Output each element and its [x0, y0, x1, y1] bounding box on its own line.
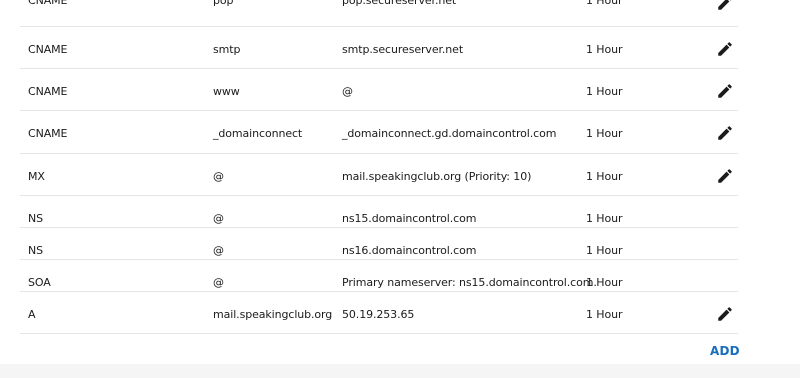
record-value: Primary nameserver: ns15.domaincontrol.c… — [342, 276, 597, 289]
dns-record-row: MX @ mail.speakingclub.org (Priority: 10) 1… — [20, 154, 738, 196]
record-ttl: 1 Hour — [586, 244, 623, 257]
record-name: _domainconnect — [213, 127, 303, 140]
record-value: ns15.domaincontrol.com — [342, 212, 477, 225]
record-type: NS — [28, 212, 44, 225]
dns-records-table: CNAME pop pop.secureserver.net 1 Hour CNAME s… — [20, 0, 738, 334]
record-ttl: 1 Hour — [586, 308, 623, 321]
record-name: smtp — [213, 43, 241, 56]
dns-record-row: NS @ ns15.domaincontrol.com 1 Hour — [20, 196, 738, 228]
record-ttl: 1 Hour — [586, 127, 623, 140]
record-value: smtp.secureserver.net — [342, 43, 464, 56]
edit-record-button[interactable] — [716, 0, 734, 12]
record-name: @ — [213, 244, 224, 257]
record-name: pop — [213, 0, 234, 7]
dns-record-row: SOA @ Primary nameserver: ns15.domaincontr… — [20, 260, 738, 292]
add-record-button[interactable]: ADD — [710, 344, 740, 358]
dns-record-row: Amail.speakingclub.org 50.19.253.65 1 Hour — [20, 292, 738, 334]
dns-record-row: CNAME _domainconnect _domainconnect.gd.dom… — [20, 111, 738, 154]
edit-record-button[interactable] — [716, 40, 734, 58]
edit-record-button[interactable] — [716, 124, 734, 142]
record-type: MX — [28, 170, 45, 183]
record-type: A — [28, 308, 36, 321]
record-name: @ — [213, 212, 224, 225]
pencil-icon — [716, 82, 734, 100]
dns-record-row: CNAME smtp smtp.secureserver.net 1 Hour — [20, 27, 738, 69]
record-value: pop.secureserver.net — [342, 0, 457, 7]
pencil-icon — [716, 0, 734, 12]
record-ttl: 1 Hour — [586, 170, 623, 183]
record-value: mail.speakingclub.org (Priority: 10) — [342, 170, 532, 183]
record-ttl: 1 Hour — [586, 0, 623, 7]
record-name: @ — [213, 170, 224, 183]
edit-record-button[interactable] — [716, 167, 734, 185]
pencil-icon — [716, 40, 734, 58]
pencil-icon — [716, 124, 734, 142]
dns-record-row: NS @ ns16.domaincontrol.com 1 Hour — [20, 228, 738, 260]
record-ttl: 1 Hour — [586, 212, 623, 225]
record-type: SOA — [28, 276, 51, 289]
record-name: mail.speakingclub.org — [213, 308, 333, 321]
record-ttl: 1 Hour — [586, 276, 623, 289]
dns-record-row: CNAME pop pop.secureserver.net 1 Hour — [20, 0, 738, 27]
record-ttl: 1 Hour — [586, 43, 623, 56]
record-value: @ — [342, 85, 353, 98]
edit-record-button[interactable] — [716, 82, 734, 100]
record-name: www — [213, 85, 240, 98]
footer-strip — [0, 364, 800, 378]
edit-record-button[interactable] — [716, 305, 734, 323]
record-value: _domainconnect.gd.domaincontrol.com — [342, 127, 557, 140]
record-value: 50.19.253.65 — [342, 308, 415, 321]
record-ttl: 1 Hour — [586, 85, 623, 98]
pencil-icon — [716, 167, 734, 185]
record-name: @ — [213, 276, 224, 289]
record-type: CNAME — [28, 127, 68, 140]
record-type: CNAME — [28, 0, 68, 7]
pencil-icon — [716, 305, 734, 323]
dns-records-page: CNAME pop pop.secureserver.net 1 Hour CNAME s… — [0, 0, 800, 378]
dns-record-row: CNAME www @1 Hour — [20, 69, 738, 111]
record-type: CNAME — [28, 43, 68, 56]
record-type: NS — [28, 244, 44, 257]
record-value: ns16.domaincontrol.com — [342, 244, 477, 257]
record-type: CNAME — [28, 85, 68, 98]
